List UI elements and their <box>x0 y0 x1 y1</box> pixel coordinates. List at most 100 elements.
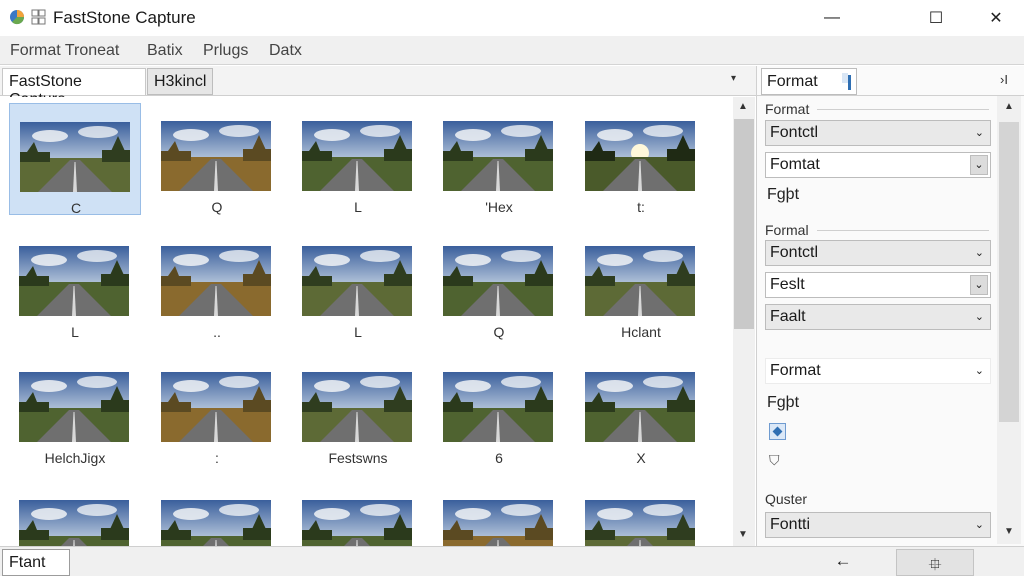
section-cluster-label: Quster <box>765 491 808 507</box>
thumbnail-image <box>585 372 695 442</box>
section-separator <box>817 109 989 110</box>
back-arrow-button[interactable]: ← <box>815 549 871 576</box>
font-select-2[interactable]: Fontctl ⌄ <box>765 240 991 266</box>
panel-scrollbar[interactable]: ▲ ▼ <box>997 96 1021 544</box>
thumbnail-item[interactable] <box>575 482 707 546</box>
thumbnail-image <box>20 122 130 192</box>
tab-dropdown-icon[interactable]: ▾ <box>731 73 736 84</box>
thumbnail-item[interactable]: t: <box>575 103 707 215</box>
faalt-select[interactable]: Faalt ⌄ <box>765 304 991 330</box>
thumbnail-item[interactable]: 'Hex <box>433 103 565 215</box>
format-select-2[interactable]: Format ⌄ <box>765 358 991 384</box>
thumbnail-item[interactable]: X <box>575 354 707 466</box>
thumbnail-item[interactable]: .. <box>151 228 283 340</box>
format-select-2-value: Format <box>770 362 821 379</box>
option-item-2[interactable]: Fgþt <box>767 394 799 412</box>
scroll-up-icon[interactable]: ▲ <box>1004 101 1014 112</box>
thumbnail-caption: C <box>70 200 82 216</box>
thumbnail-caption: t: <box>637 199 645 215</box>
thumbnail-caption: Q <box>211 199 223 215</box>
scroll-up-icon[interactable]: ▲ <box>738 101 748 112</box>
menu-format[interactable]: Format Troneat <box>10 42 119 60</box>
thumbnail-caption: X <box>636 450 646 466</box>
thumbnail-item[interactable]: L <box>9 228 141 340</box>
thumbnail-item[interactable]: L <box>292 228 424 340</box>
close-button[interactable]: ✕ <box>970 0 1022 36</box>
thumbnail-item[interactable] <box>9 482 141 546</box>
thumbnail-image <box>585 246 695 316</box>
scroll-down-icon[interactable]: ▼ <box>1004 526 1014 537</box>
thumbnail-item[interactable]: Q <box>433 228 565 340</box>
thumbnail-image <box>19 372 129 442</box>
status-text: Ftant ... <box>2 549 70 576</box>
feslt-select-value: Feslt <box>770 276 805 293</box>
chevron-down-icon: ⌄ <box>970 155 988 175</box>
collapse-panel-icon[interactable]: ›I <box>1000 72 1008 87</box>
thumbnail-image <box>585 500 695 546</box>
thumbnail-caption: L <box>354 324 362 340</box>
scroll-down-icon[interactable]: ▼ <box>738 529 748 540</box>
thumbnail-grid: C Q L 'Hex t: L.. L Q Hclant HelchJigx: Festswns 6 X <box>0 97 733 546</box>
menu-plugins[interactable]: Prlugs <box>203 42 248 60</box>
thumbnail-image <box>302 500 412 546</box>
chevron-down-icon: ⌄ <box>974 365 984 377</box>
thumbnail-item[interactable] <box>151 482 283 546</box>
font-select-3-value: Fontti <box>770 516 811 533</box>
thumbnail-caption: HelchJigx <box>44 450 106 466</box>
thumbnail-item[interactable]: Festswns <box>292 354 424 466</box>
thumbnail-image <box>302 121 412 191</box>
properties-panel: Format ›I Format Fontctl ⌄ Fomtat ⌄ Fgþt… <box>756 66 1024 546</box>
panel-tab-format[interactable]: Format <box>761 68 857 95</box>
font-select-1[interactable]: Fontctl ⌄ <box>765 120 991 146</box>
thumbnail-image <box>302 246 412 316</box>
menu-data[interactable]: Datx <box>269 42 302 60</box>
thumbnail-image <box>161 246 271 316</box>
minimize-button[interactable]: — <box>806 0 858 36</box>
thumbnail-item[interactable]: L <box>292 103 424 215</box>
tab-faststone-capture[interactable]: FastStone Capture <box>2 68 146 108</box>
thumbnail-item[interactable]: 6 <box>433 354 565 466</box>
font-select-2-value: Fontctl <box>770 244 819 261</box>
grid-scrollbar[interactable]: ▲ ▼ <box>733 97 755 546</box>
section-formal-label: Formal <box>765 222 809 238</box>
thumbnail-caption: L <box>71 324 79 340</box>
menu-batch[interactable]: Batix <box>147 42 183 60</box>
chevron-down-icon: ⌄ <box>974 127 984 139</box>
faalt-select-value: Faalt <box>770 308 806 325</box>
thumbnail-image <box>443 372 553 442</box>
option-item-1[interactable]: Fgþt <box>767 186 799 204</box>
tab-secondary[interactable]: H3kincl <box>147 68 213 95</box>
thumbnail-image <box>19 246 129 316</box>
app-logo-icon <box>10 9 46 25</box>
panel-scroll-thumb[interactable] <box>999 122 1019 422</box>
thumbnail-image <box>161 500 271 546</box>
section-separator <box>817 230 989 231</box>
chevron-down-icon: ⌄ <box>974 519 984 531</box>
thumbnail-item[interactable]: HelchJigx <box>9 354 141 466</box>
thumbnail-image <box>585 121 695 191</box>
menu-bar: Format Troneat Batix Prlugs Datx <box>0 36 1024 65</box>
thumbnail-item[interactable] <box>433 482 565 546</box>
thumbnail-caption: : <box>215 450 219 466</box>
font-select-3[interactable]: Fontti ⌄ <box>765 512 991 538</box>
diamond-toggle-icon[interactable] <box>769 423 786 440</box>
feslt-select[interactable]: Feslt ⌄ <box>765 272 991 298</box>
thumbnail-caption: Q <box>493 324 505 340</box>
thumbnail-image <box>302 372 412 442</box>
thumbnail-item[interactable]: C <box>9 103 141 216</box>
thumbnail-caption: 'Hex <box>485 199 513 215</box>
thumbnail-item[interactable]: Hclant <box>575 228 707 340</box>
thumbnail-item[interactable]: Q <box>151 103 283 215</box>
thumbnail-item[interactable] <box>292 482 424 546</box>
window-title: FastStone Capture <box>53 8 196 27</box>
panel-tab-label: Format <box>767 73 818 90</box>
panel-divider <box>757 95 1024 96</box>
action-button[interactable]: ⯐ <box>896 549 974 576</box>
thumbnail-image <box>443 246 553 316</box>
thumbnail-item[interactable]: : <box>151 354 283 466</box>
shield-icon[interactable]: ⛉ <box>769 452 780 469</box>
format-select[interactable]: Fomtat ⌄ <box>765 152 991 178</box>
scroll-thumb[interactable] <box>734 119 754 329</box>
maximize-button[interactable]: ☐ <box>910 0 962 36</box>
title-bar: FastStone Capture — ☐ ✕ <box>0 0 1024 36</box>
